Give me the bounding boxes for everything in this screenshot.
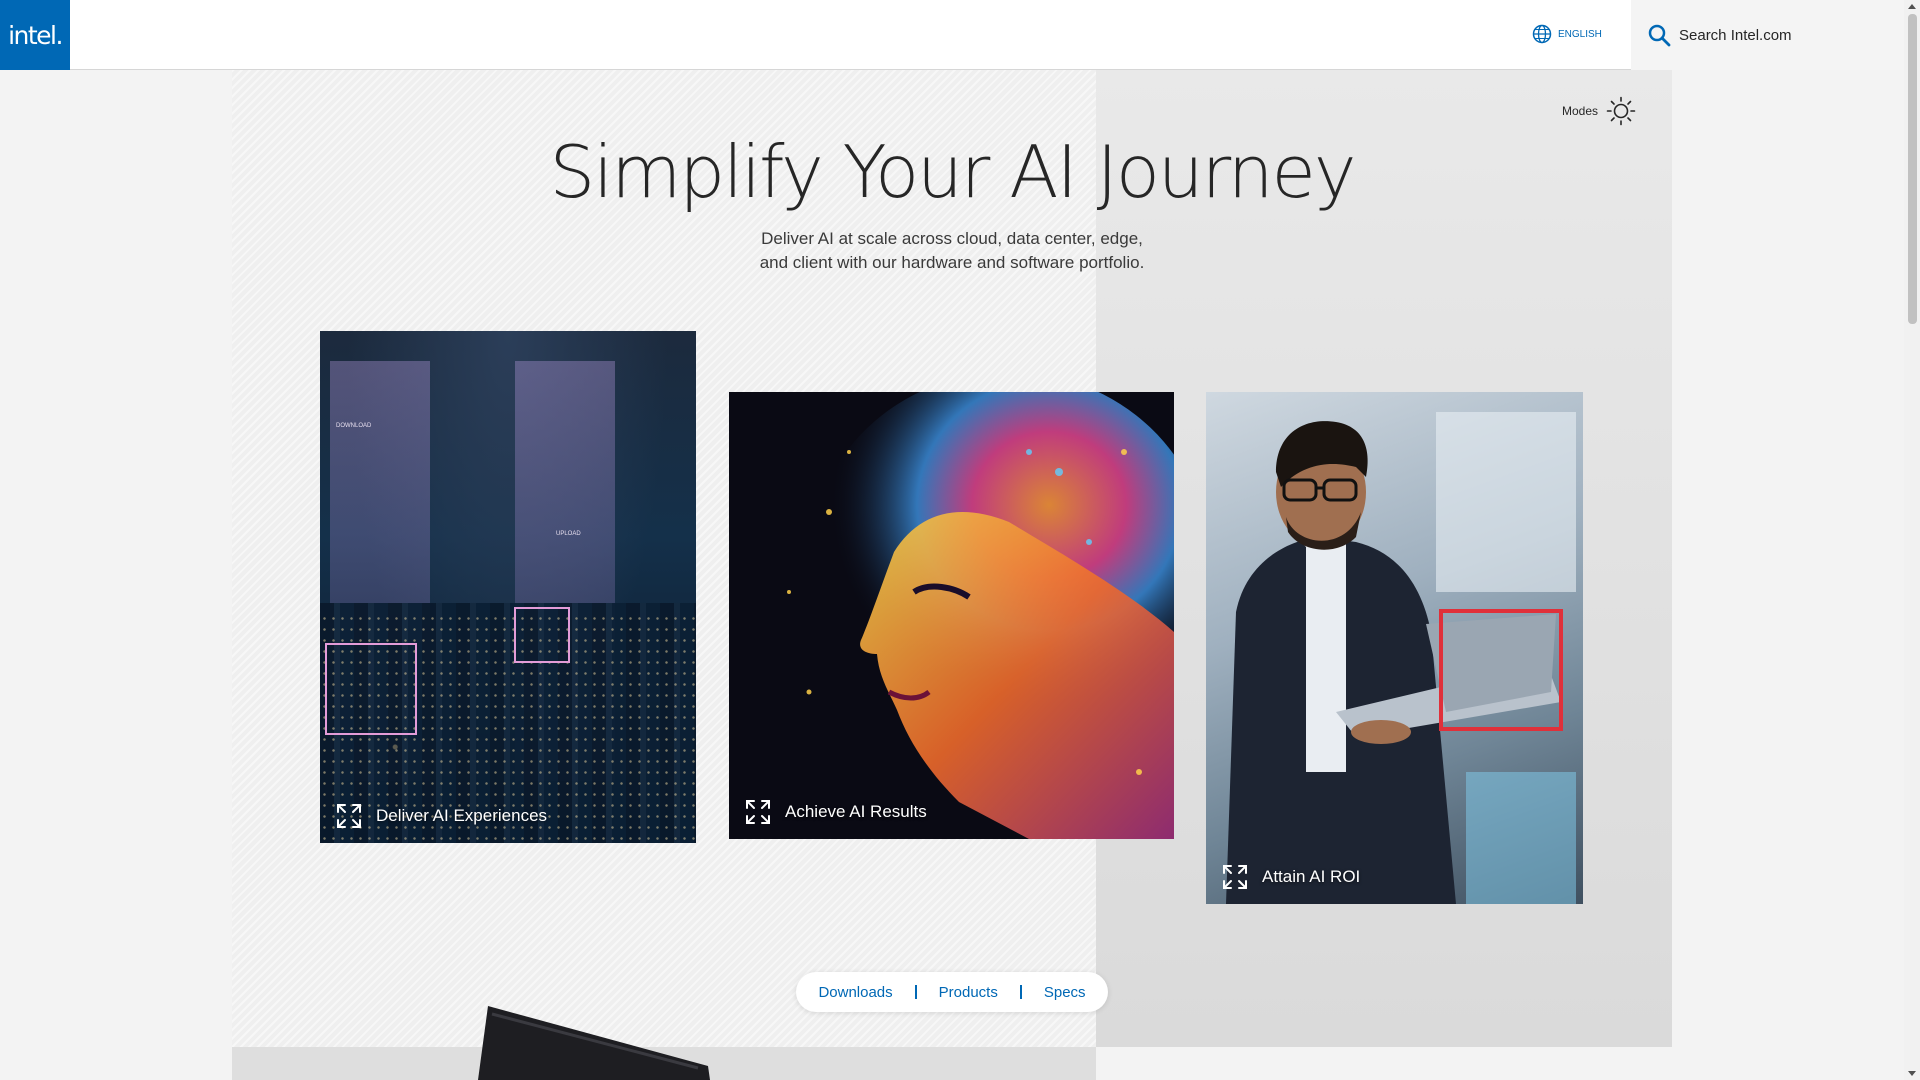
card-title: Deliver AI Experiences xyxy=(376,806,548,825)
card-title: Attain AI ROI xyxy=(1262,867,1361,886)
laptop-image xyxy=(478,1006,710,1080)
vertical-scrollbar[interactable] xyxy=(1904,0,1920,1080)
search-box[interactable] xyxy=(1631,0,1904,70)
language-selector[interactable]: ENGLISH xyxy=(1532,24,1602,44)
logo-text: intel. xyxy=(8,20,63,50)
intel-logo[interactable]: intel. xyxy=(0,0,70,70)
sun-icon xyxy=(1606,96,1636,126)
nav-downloads-link[interactable]: Downloads xyxy=(796,984,914,1001)
card-achieve-ai-results[interactable]: Achieve AI Results xyxy=(729,392,1174,839)
card-deliver-ai-experiences[interactable]: DOWNLOAD UPLOAD Deliver AI Experiences xyxy=(320,331,696,843)
card-label: Attain AI ROI xyxy=(1222,864,1360,890)
language-label: ENGLISH xyxy=(1558,28,1602,40)
scroll-up-arrow[interactable] xyxy=(1908,4,1916,9)
page-title: Simplify Your AI Journey xyxy=(549,130,1357,214)
next-section-light xyxy=(1096,1047,1904,1080)
nav-specs-link[interactable]: Specs xyxy=(1022,984,1108,1001)
card-label: Deliver AI Experiences xyxy=(336,803,547,829)
scroll-down-arrow[interactable] xyxy=(1908,1071,1916,1076)
card-label: Achieve AI Results xyxy=(745,799,927,825)
colorful-face-illustration xyxy=(729,392,1174,839)
overlay-download-text: DOWNLOAD xyxy=(336,423,372,429)
expand-icon xyxy=(337,804,361,828)
top-header: intel. ENGLISH xyxy=(0,0,1904,70)
globe-icon xyxy=(1532,24,1552,44)
section-pill-nav: Downloads Products Specs xyxy=(796,972,1108,1012)
card-title: Achieve AI Results xyxy=(785,802,927,821)
page-subtitle: Deliver AI at scale across cloud, data c… xyxy=(759,229,1145,272)
modes-label: Modes xyxy=(1562,104,1599,118)
overlay-upload-text: UPLOAD xyxy=(556,531,581,537)
scroll-thumb[interactable] xyxy=(1908,14,1917,324)
card-attain-ai-roi[interactable]: Attain AI ROI xyxy=(1206,392,1583,904)
search-input[interactable] xyxy=(1679,26,1879,44)
modes-toggle[interactable]: Modes xyxy=(1562,96,1636,126)
expand-icon xyxy=(746,800,770,824)
highlight-frame xyxy=(1439,609,1563,731)
highlight-frame xyxy=(514,607,570,663)
search-icon[interactable] xyxy=(1647,23,1671,47)
expand-icon xyxy=(1223,865,1247,889)
highlight-frame xyxy=(325,643,417,735)
nav-products-link[interactable]: Products xyxy=(917,984,1020,1001)
